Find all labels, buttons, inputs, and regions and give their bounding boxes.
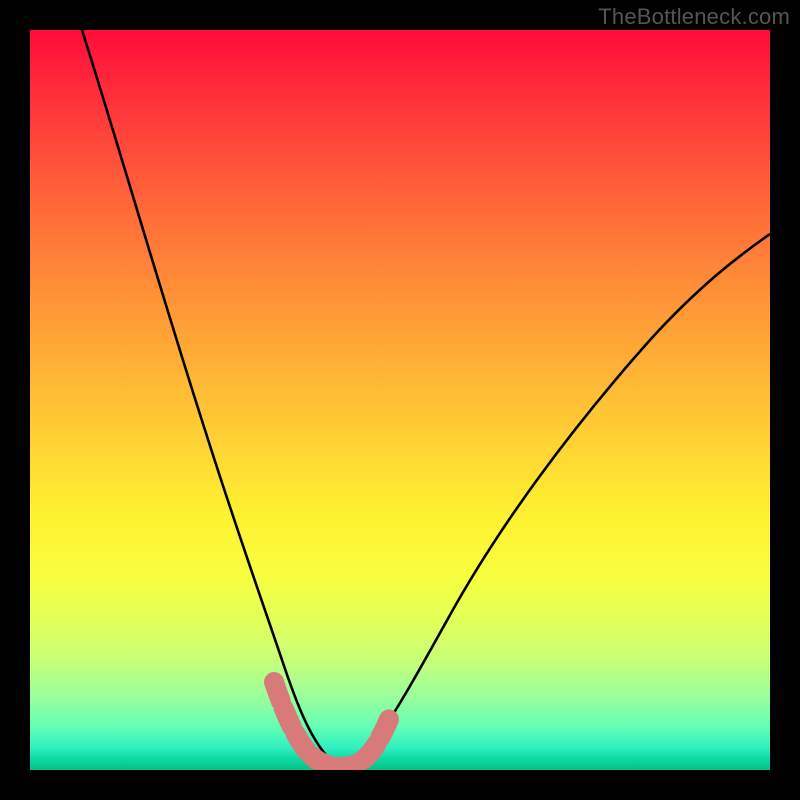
curves-svg [30,30,770,770]
plot-area [30,30,770,770]
curve-left [82,30,342,763]
highlight-path [274,682,392,767]
chart-frame: TheBottleneck.com [0,0,800,800]
curve-right [342,234,770,763]
watermark-text: TheBottleneck.com [598,4,790,30]
